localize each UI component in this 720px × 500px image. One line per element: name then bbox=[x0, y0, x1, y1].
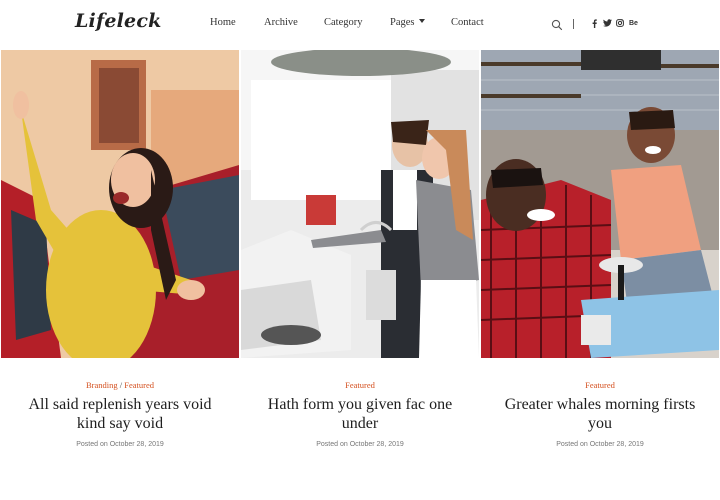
category-link[interactable]: Featured bbox=[585, 380, 615, 390]
post-title[interactable]: All said replenish years void kind say v… bbox=[15, 395, 225, 433]
post-card[interactable]: Featured Hath form you given fac one und… bbox=[241, 50, 479, 448]
post-card[interactable]: Branding / Featured All said replenish y… bbox=[1, 50, 239, 448]
post-image-woman-car[interactable] bbox=[1, 50, 239, 358]
instagram-icon[interactable] bbox=[616, 19, 624, 27]
category-link[interactable]: Branding bbox=[86, 380, 118, 390]
post-date: Posted on October 28, 2019 bbox=[76, 441, 164, 448]
post-categories: Featured bbox=[241, 380, 479, 390]
post-title[interactable]: Greater whales morning firsts you bbox=[495, 395, 705, 433]
facebook-icon[interactable] bbox=[592, 19, 597, 28]
post-categories: Featured bbox=[481, 380, 719, 390]
nav-pages-label: Pages bbox=[390, 17, 415, 28]
search-icon[interactable] bbox=[551, 18, 563, 31]
post-date: Posted on October 28, 2019 bbox=[556, 441, 644, 448]
nav-contact[interactable]: Contact bbox=[451, 17, 484, 28]
category-link[interactable]: Featured bbox=[345, 380, 375, 390]
post-card[interactable]: Featured Greater whales morning firsts y… bbox=[481, 50, 719, 448]
post-title[interactable]: Hath form you given fac one under bbox=[255, 395, 465, 433]
nav-archive[interactable]: Archive bbox=[264, 17, 298, 28]
nav-category[interactable]: Category bbox=[324, 17, 363, 28]
caret-down-icon bbox=[418, 19, 425, 23]
category-separator: / bbox=[119, 380, 123, 390]
post-date: Posted on October 28, 2019 bbox=[316, 441, 404, 448]
behance-icon[interactable]: Be bbox=[629, 19, 638, 29]
post-categories: Branding / Featured bbox=[1, 380, 239, 390]
post-image-father-son[interactable] bbox=[481, 50, 719, 358]
main-nav: Home Archive Category Pages Contact bbox=[0, 17, 720, 33]
nav-pages[interactable]: Pages bbox=[390, 17, 425, 28]
category-link[interactable]: Featured bbox=[124, 380, 154, 390]
post-image-couple-showroom[interactable] bbox=[241, 50, 479, 358]
twitter-icon[interactable] bbox=[603, 19, 612, 27]
header-divider bbox=[573, 19, 574, 29]
site-header: Lifeleck Home Archive Category Pages Con… bbox=[0, 0, 720, 50]
nav-home[interactable]: Home bbox=[210, 17, 236, 28]
